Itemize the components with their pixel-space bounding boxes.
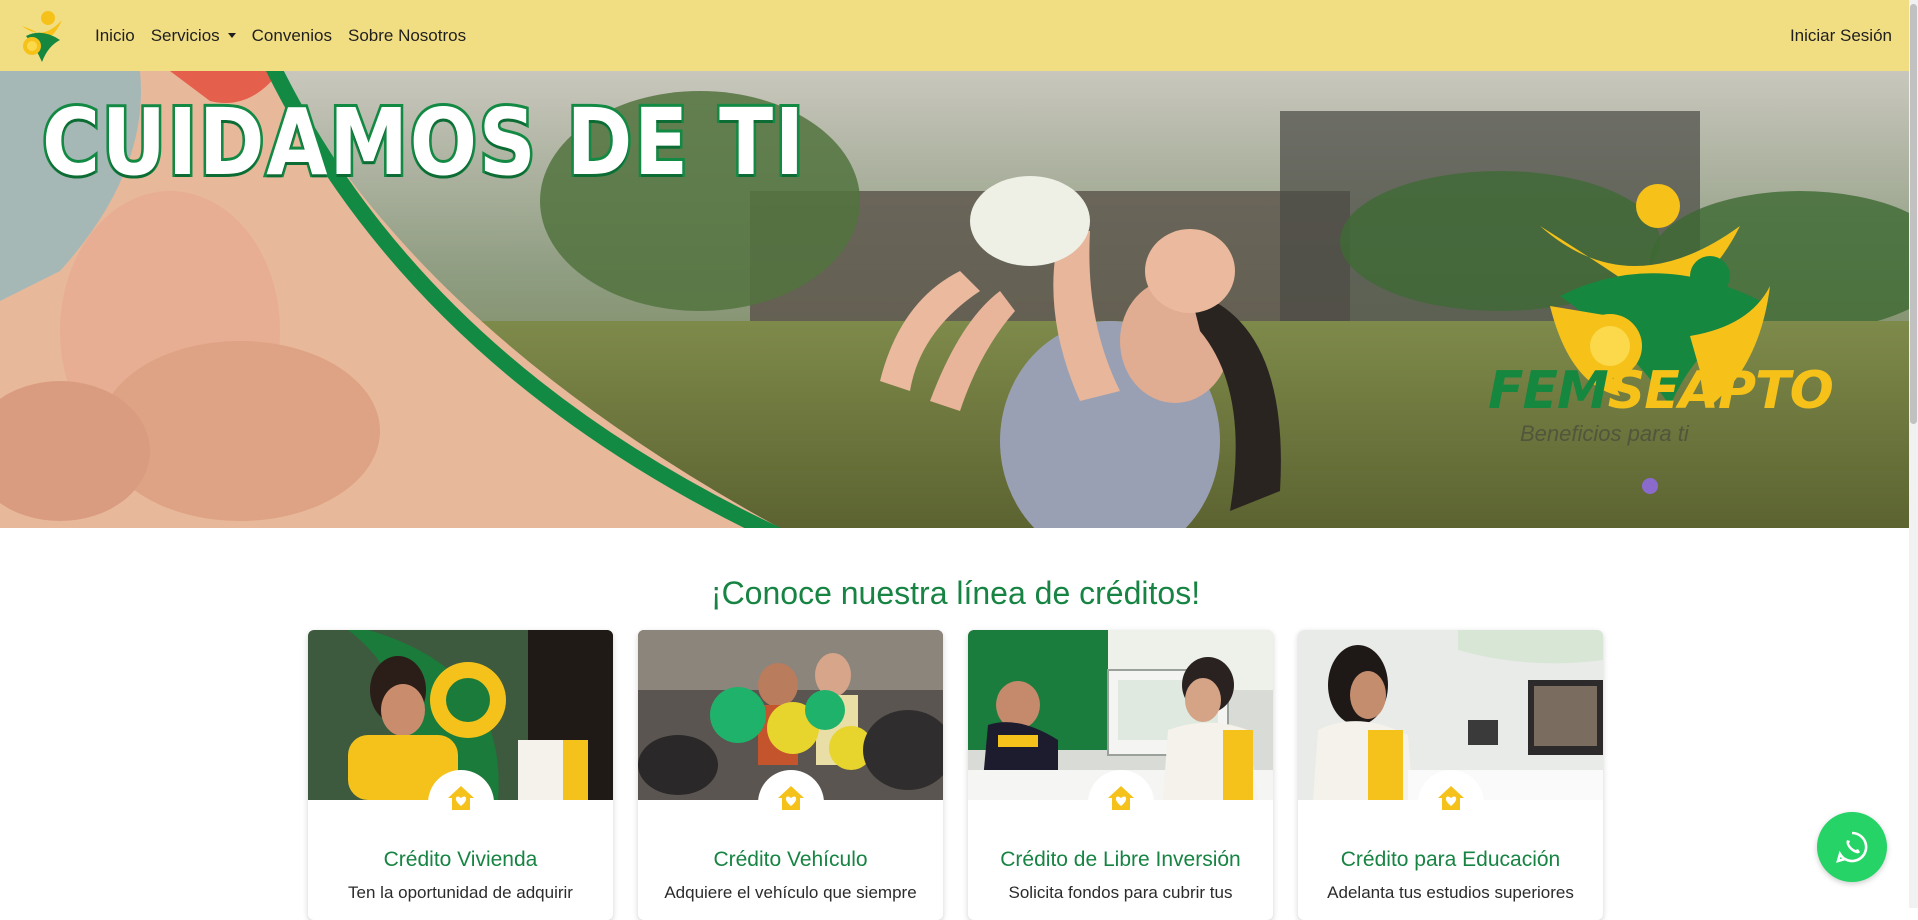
credit-card-libre-inversion[interactable]: Crédito de Libre Inversión Solicita fond… — [968, 630, 1273, 920]
nav-sobre-nosotros[interactable]: Sobre Nosotros — [348, 26, 466, 46]
hero-banner: CUIDAMOS DE TI FEMSEAPTO Beneficios para… — [0, 71, 1911, 528]
nav-links: Inicio Servicios Convenios Sobre Nosotro… — [95, 0, 482, 71]
card-text: Solicita fondos para cubrir tus — [1008, 883, 1233, 902]
card-text: Adelanta tus estudios superiores — [1327, 883, 1574, 902]
card-icon-circle — [758, 770, 824, 836]
house-heart-icon — [1438, 786, 1464, 810]
nav-convenios-label: Convenios — [251, 25, 332, 45]
credit-card-vehiculo[interactable]: Crédito Vehículo Adquiere el vehículo qu… — [638, 630, 943, 920]
credits-section-title: ¡Conoce nuestra línea de créditos! — [710, 575, 1201, 611]
nav-convenios[interactable]: Convenios — [252, 26, 332, 46]
hero-title: CUIDAMOS DE TI — [39, 86, 806, 199]
nav-inicio[interactable]: Inicio — [95, 26, 135, 46]
card-title: Crédito de Libre Inversión — [1000, 848, 1241, 871]
card-text: Ten la oportunidad de adquirir — [348, 883, 573, 902]
nav-servicios-dropdown[interactable]: Servicios — [151, 26, 236, 46]
house-heart-icon — [778, 786, 804, 810]
card-title: Crédito Vehículo — [713, 848, 868, 871]
credit-card-vivienda[interactable]: Crédito Vivienda Ten la oportunidad de a… — [308, 630, 613, 920]
brand-wordmark: FEMSEAPTO — [1488, 361, 1834, 421]
page-scrollbar[interactable] — [1909, 0, 1918, 908]
nav-servicios-label: Servicios — [150, 25, 220, 45]
caret-down-icon — [227, 33, 236, 38]
brand-part-green: FEM — [1488, 361, 1609, 421]
brand-part-yellow: SEAPTO — [1607, 361, 1834, 421]
house-heart-icon — [1108, 786, 1134, 810]
house-heart-icon — [448, 786, 474, 810]
login-link[interactable]: Iniciar Sesión — [1790, 0, 1892, 71]
card-title: Crédito Vivienda — [383, 848, 538, 871]
credit-card-educacion[interactable]: Crédito para Educación Adelanta tus estu… — [1298, 630, 1603, 920]
card-icon-circle — [428, 770, 494, 836]
card-text: Adquiere el vehículo que siempre — [664, 883, 917, 902]
nav-inicio-label: Inicio — [95, 25, 135, 45]
scrollbar-thumb[interactable] — [1910, 4, 1917, 424]
nav-sobre-nosotros-label: Sobre Nosotros — [347, 25, 467, 45]
whatsapp-button[interactable] — [1817, 812, 1887, 882]
top-navbar: Inicio Servicios Convenios Sobre Nosotro… — [0, 0, 1918, 71]
card-icon-circle — [1418, 770, 1484, 836]
brand-tagline: Beneficios para ti — [1520, 421, 1689, 446]
card-title: Crédito para Educación — [1340, 848, 1561, 871]
card-icon-circle — [1088, 770, 1154, 836]
login-label: Iniciar Sesión — [1789, 25, 1892, 45]
whatsapp-icon — [1836, 831, 1868, 863]
femseapto-logo-icon[interactable] — [12, 6, 72, 66]
